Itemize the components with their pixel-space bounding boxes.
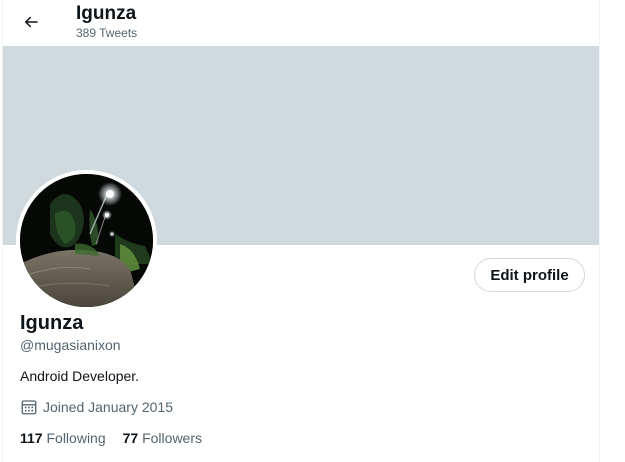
joined-text: Joined January 2015 [43, 399, 173, 415]
profile-name: Igunza [20, 312, 84, 334]
header-title: Igunza [76, 3, 137, 24]
calendar-icon [20, 398, 38, 416]
avatar-photo [20, 174, 153, 307]
profile-handle: @mugasianixon [20, 337, 121, 353]
followers-label: Followers [142, 430, 202, 446]
following-link[interactable]: 117 Following [20, 429, 106, 447]
following-count: 117 [20, 430, 43, 446]
profile-header: Igunza 389 Tweets [3, 0, 599, 46]
following-label: Following [46, 430, 106, 446]
followers-count: 77 [122, 430, 139, 446]
arrow-left-icon [25, 16, 38, 28]
followers-link[interactable]: 77 Followers [123, 429, 202, 447]
profile-bio: Android Developer. [20, 368, 140, 384]
tweet-count: 389 Tweets [76, 26, 138, 40]
joined-date: Joined January 2015 [20, 398, 173, 416]
edit-profile-button[interactable]: Edit profile [474, 258, 585, 292]
profile-stats: 117 Following 77 Followers [20, 429, 219, 447]
profile-avatar[interactable] [16, 170, 157, 311]
profile-page: Igunza 389 Tweets Edit profile Igunza @m… [2, 0, 600, 462]
back-button[interactable] [16, 7, 46, 37]
